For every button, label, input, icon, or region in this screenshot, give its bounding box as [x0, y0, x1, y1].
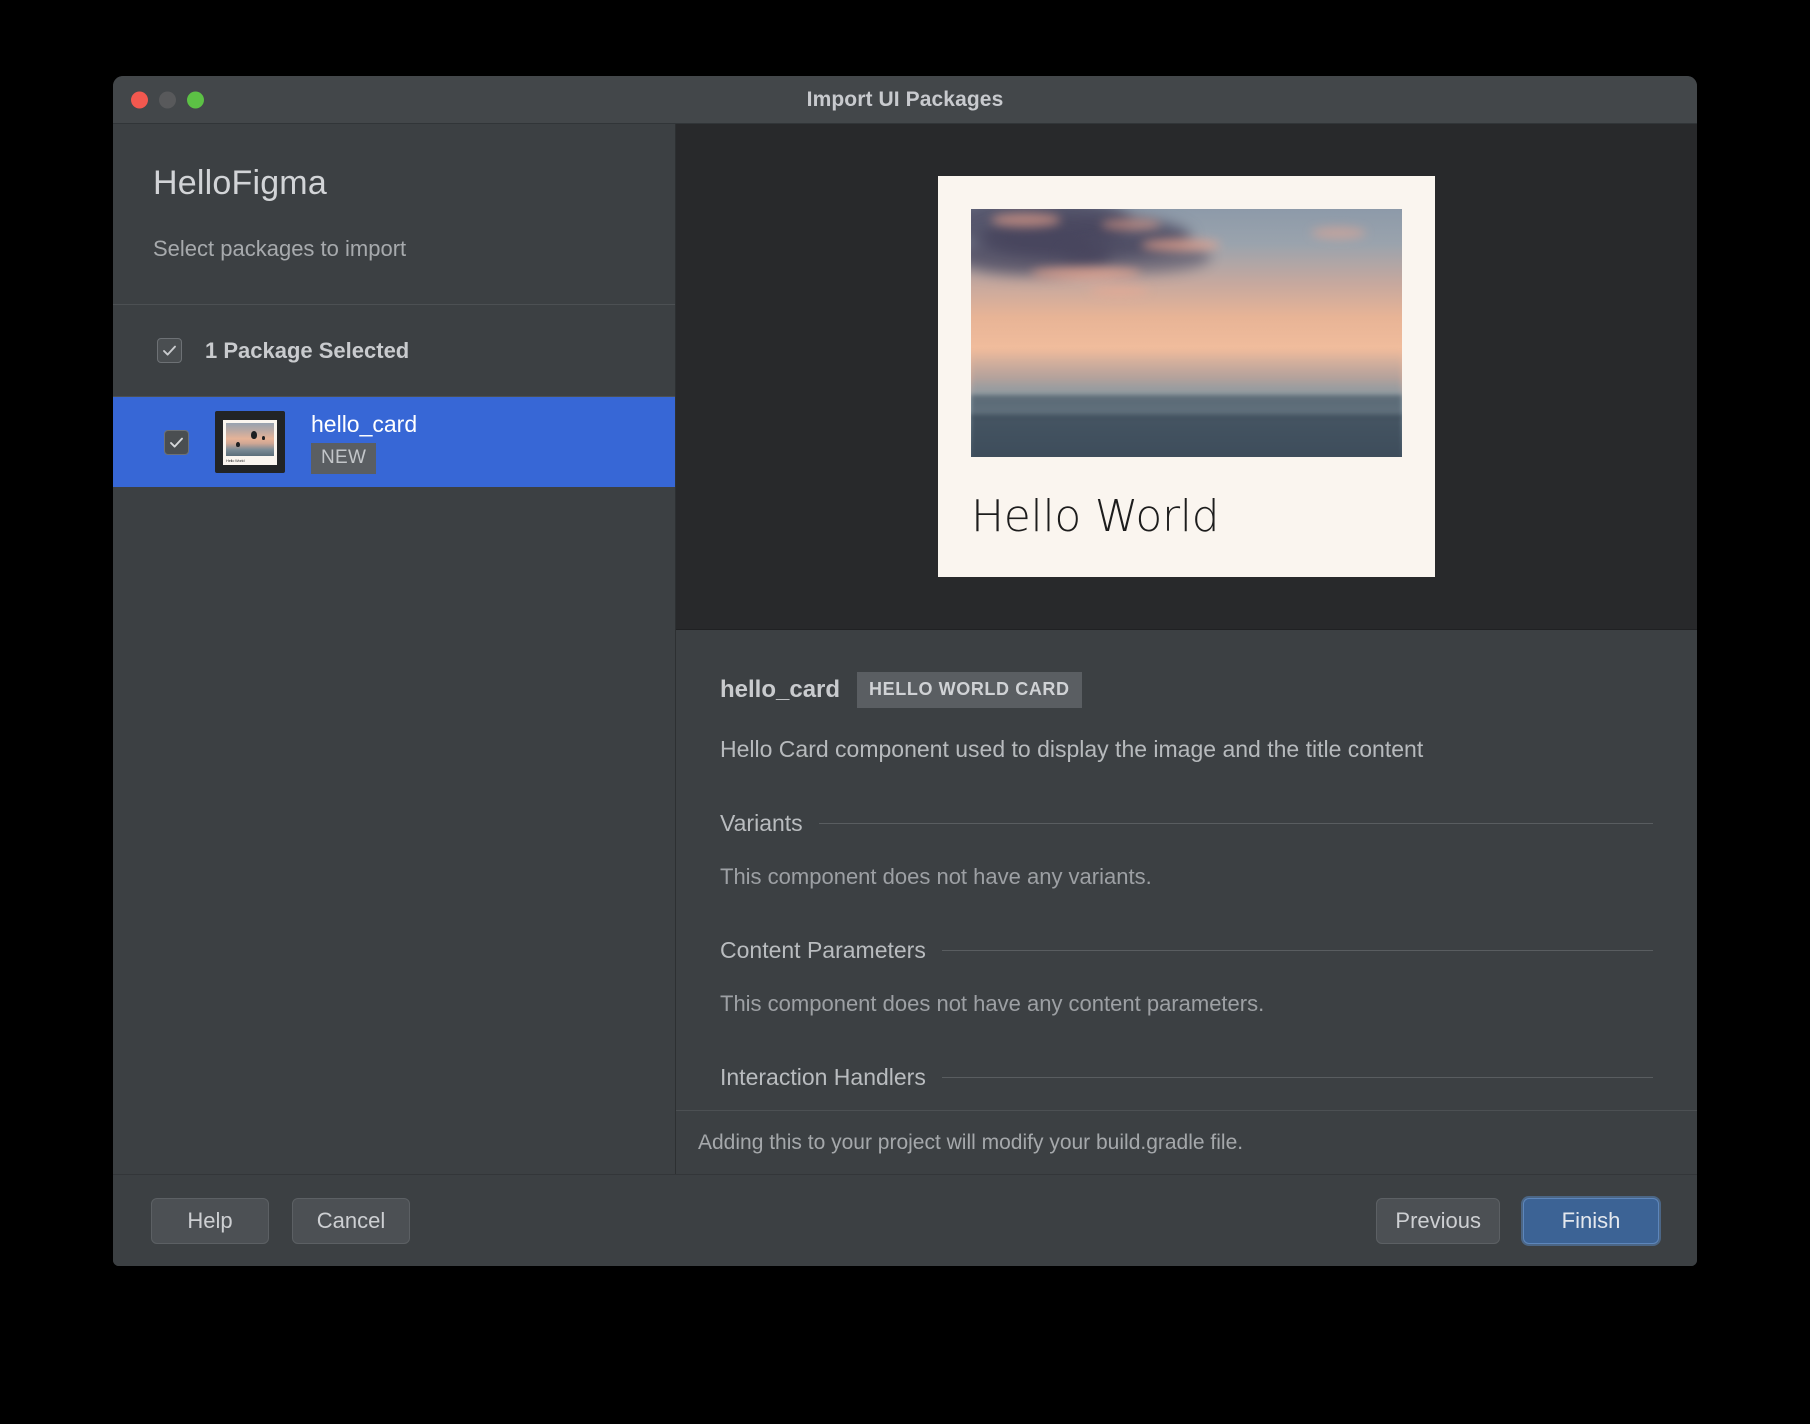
checkmark-icon [170, 437, 183, 448]
component-header: hello_card HELLO WORLD CARD [720, 672, 1653, 708]
section-divider [818, 823, 1653, 824]
packages-sidebar: HelloFigma Select packages to import 1 P… [113, 124, 676, 1174]
component-tag-badge: HELLO WORLD CARD [857, 672, 1082, 708]
component-name: hello_card [720, 676, 841, 703]
section-divider [941, 1077, 1653, 1078]
balloon-icon [1015, 262, 1029, 280]
close-button-icon[interactable] [131, 91, 148, 108]
project-title: HelloFigma [153, 164, 327, 202]
status-badge-new: NEW [311, 442, 377, 474]
component-description: Hello Card component used to display the… [720, 736, 1424, 762]
maximize-button-icon[interactable] [187, 91, 204, 108]
balloon-icon [1388, 253, 1402, 281]
balloon-icon [1222, 304, 1240, 328]
section-title: Content Parameters [720, 937, 926, 963]
window-controls [131, 91, 204, 108]
card-title: Hello World [971, 491, 1220, 542]
thumbnail-photo [226, 422, 274, 456]
section-divider [941, 950, 1653, 951]
previous-button[interactable]: Previous [1376, 1197, 1500, 1244]
thumbnail-card: Hello World [223, 419, 277, 465]
section-title: Interaction Handlers [720, 1064, 926, 1090]
package-list: Hello World hello_card NEW [113, 397, 675, 1174]
window-titlebar[interactable]: Import UI Packages [113, 76, 1697, 124]
balloon-icon [1285, 259, 1329, 315]
cancel-button[interactable]: Cancel [292, 1197, 410, 1244]
package-detail-pane: Hello World hello_card HELLO WORLD CARD … [676, 124, 1697, 1174]
import-ui-packages-dialog: Import UI Packages HelloFigma Select pac… [113, 76, 1697, 1266]
sidebar-subtitle: Select packages to import [153, 236, 407, 261]
help-button[interactable]: Help [151, 1197, 269, 1244]
thumbnail-caption: Hello World [226, 457, 245, 463]
package-name: hello_card [311, 410, 418, 437]
section-header-content-parameters: Content Parameters [720, 937, 1653, 964]
section-title: Variants [720, 810, 803, 836]
card-photo [971, 209, 1402, 457]
section-header-interaction-handlers: Interaction Handlers [720, 1064, 1653, 1091]
build-gradle-notice: Adding this to your project will modify … [676, 1110, 1697, 1174]
section-body-content-parameters: This component does not have any content… [720, 991, 1265, 1016]
balloon-icon [989, 346, 1019, 384]
component-preview-area: Hello World [676, 124, 1697, 630]
select-all-row[interactable]: 1 Package Selected [113, 305, 675, 397]
checkmark-icon [163, 345, 176, 356]
balloon-icon [1161, 339, 1171, 352]
hello-card-preview: Hello World [938, 176, 1435, 577]
minimize-button-icon[interactable] [159, 91, 176, 108]
balloon-icon [1164, 309, 1169, 316]
section-body-variants: This component does not have any variant… [720, 864, 1152, 889]
window-title: Import UI Packages [806, 87, 1004, 111]
section-header-variants: Variants [720, 810, 1653, 837]
sidebar-header: HelloFigma Select packages to import [113, 124, 675, 305]
select-all-checkbox[interactable] [157, 338, 182, 363]
balloon-icon [1296, 416, 1300, 421]
balloon-icon [1278, 369, 1285, 378]
package-checkbox[interactable] [164, 429, 189, 455]
package-thumbnail: Hello World [215, 411, 285, 473]
component-details: hello_card HELLO WORLD CARD Hello Card c… [676, 630, 1697, 1110]
dialog-body: HelloFigma Select packages to import 1 P… [113, 124, 1697, 1174]
finish-button[interactable]: Finish [1523, 1197, 1659, 1244]
package-texts: hello_card NEW [311, 411, 417, 474]
dialog-button-bar: Help Cancel Previous Finish [113, 1174, 1697, 1266]
screen-root: Import UI Packages HelloFigma Select pac… [0, 0, 1810, 1424]
select-all-label: 1 Package Selected [205, 337, 410, 363]
list-item-hello-card[interactable]: Hello World hello_card NEW [113, 397, 675, 487]
